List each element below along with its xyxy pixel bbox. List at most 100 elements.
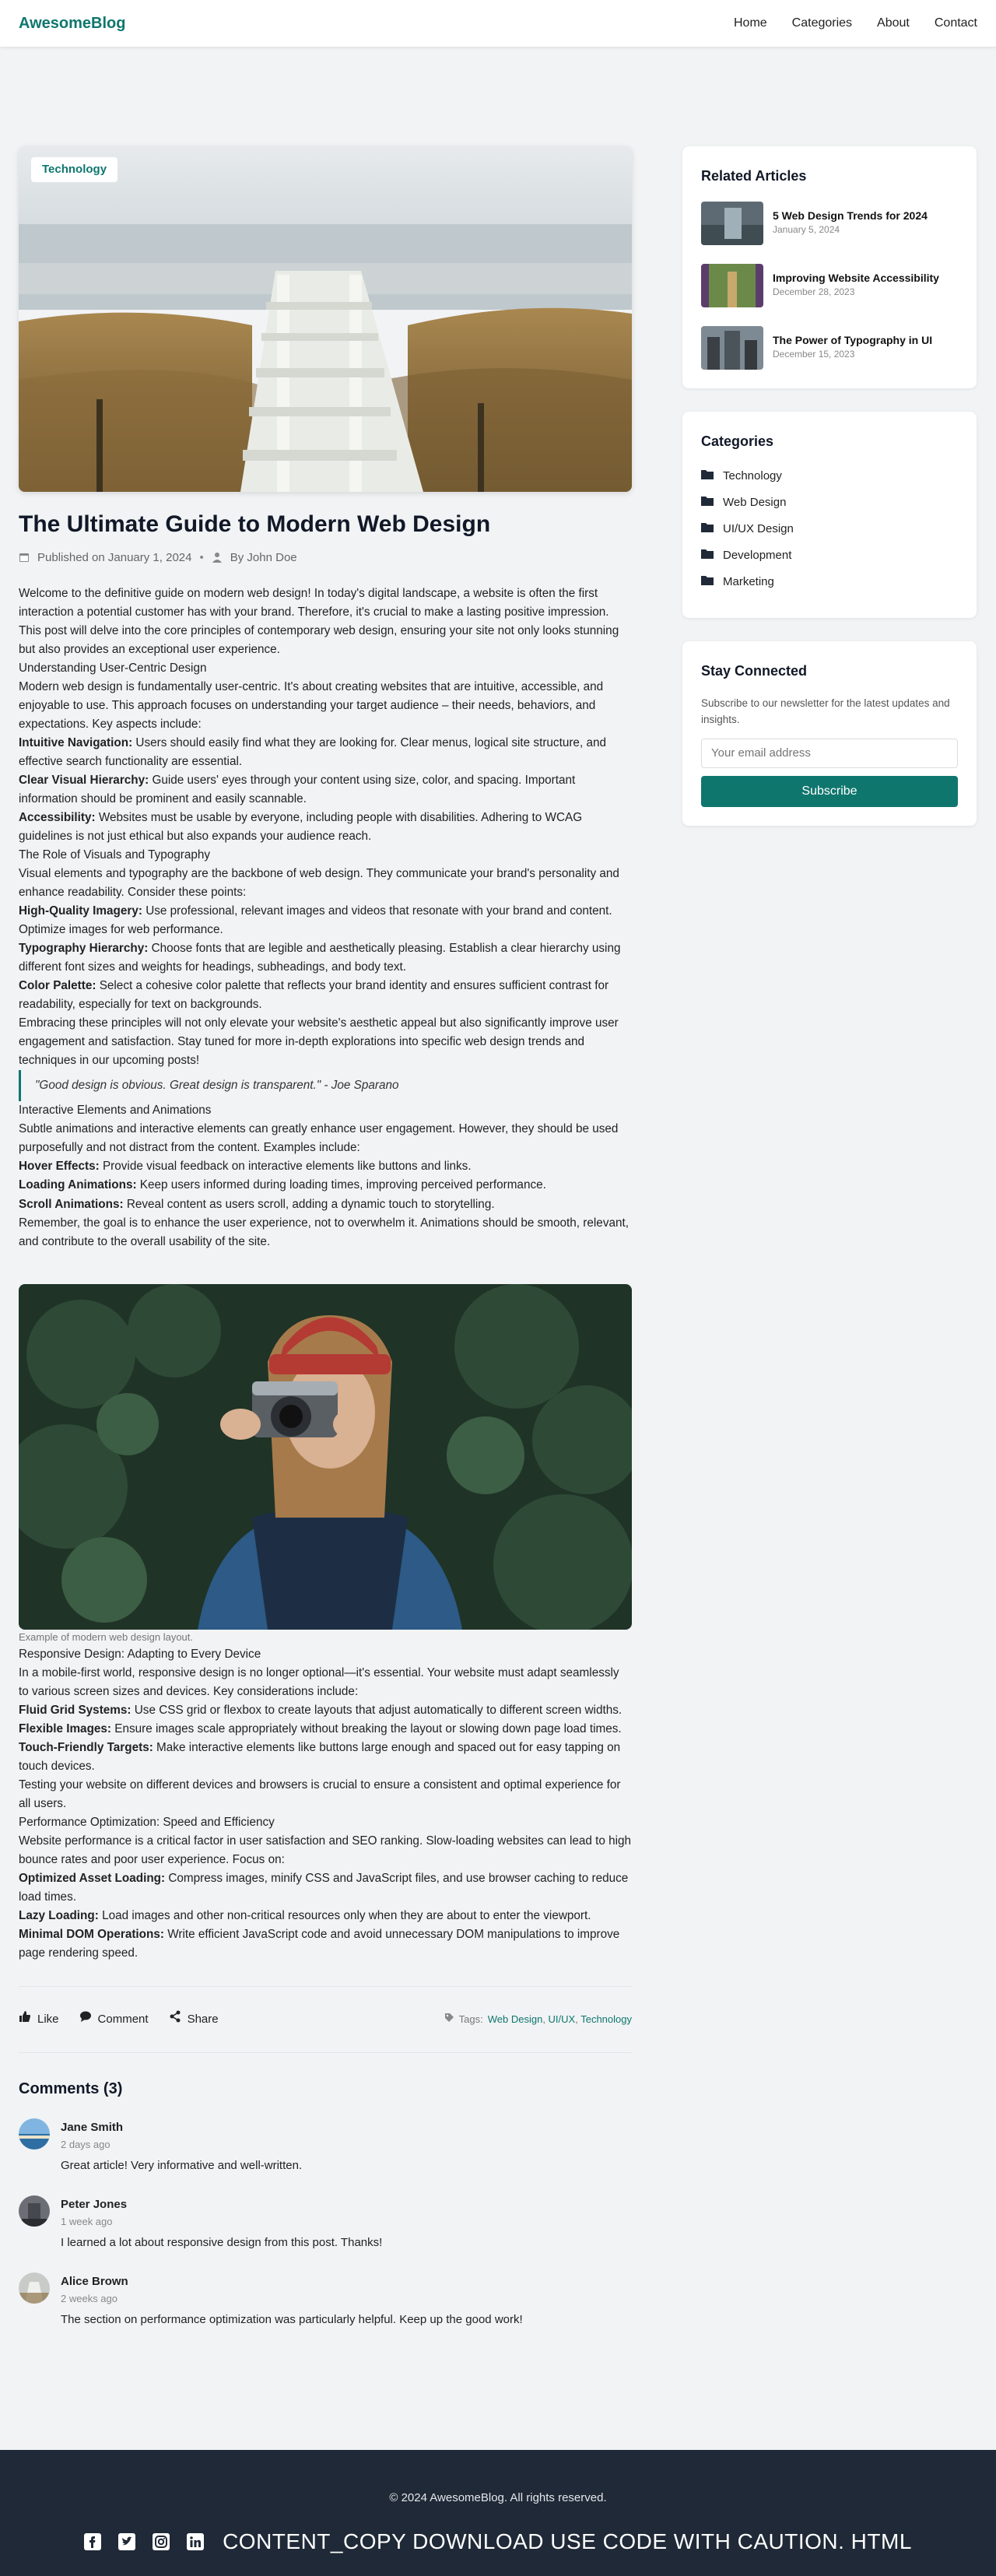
category-link[interactable]: Development (701, 546, 958, 565)
post-meta: Published on January 1, 2024 • By John D… (19, 549, 632, 567)
instagram-icon[interactable] (153, 2533, 170, 2551)
facebook-icon[interactable] (84, 2533, 102, 2551)
nav-categories[interactable]: Categories (792, 13, 852, 33)
list-item: High-Quality Imagery: Use professional, … (19, 904, 612, 937)
comment-button[interactable]: Comment (79, 2010, 149, 2029)
list-item: Flexible Images: Ensure images scale app… (19, 1722, 622, 1736)
main-column: Technology The Ultimate Guide to Modern … (19, 146, 632, 2350)
tag-link[interactable]: Technology (580, 2013, 632, 2025)
nav-about[interactable]: About (877, 13, 910, 33)
brand-logo[interactable]: AwesomeBlog (19, 11, 125, 36)
calendar-icon (19, 549, 30, 567)
comment-icon (79, 2010, 92, 2029)
folder-icon (701, 573, 714, 591)
published-date: Published on January 1, 2024 (37, 551, 192, 564)
category-link[interactable]: Marketing (701, 573, 958, 591)
comment-text: I learned a lot about responsive design … (61, 2235, 383, 2249)
list-item: Loading Animations: Keep users informed … (19, 1178, 546, 1192)
section-heading: Interactive Elements and Animations (19, 1104, 212, 1118)
comment-time: 2 weeks ago (61, 2292, 117, 2304)
comments-section: Comments (3) Jane Smith 2 days ago Great… (19, 2076, 632, 2329)
list-item: Fluid Grid Systems: Use CSS grid or flex… (19, 1704, 622, 1717)
list-item: Lazy Loading: Load images and other non-… (19, 1909, 591, 1923)
site-footer: © 2024 AwesomeBlog. All rights reserved.… (0, 2450, 996, 2576)
meta-separator: • (199, 551, 204, 564)
divider (19, 1986, 632, 1988)
list-item: Typography Hierarchy: Choose fonts that … (19, 942, 621, 974)
intro-paragraph: Welcome to the definitive guide on moder… (19, 587, 619, 657)
related-title: The Power of Typography in UI (773, 334, 933, 347)
categories-card: Categories Technology Web Design UI/UX D… (682, 411, 977, 618)
folder-icon (701, 546, 714, 565)
linkedin-icon[interactable] (187, 2533, 205, 2551)
related-article[interactable]: Improving Website Accessibility December… (701, 263, 958, 307)
list-item: Intuitive Navigation: Users should easil… (19, 736, 606, 769)
list-item: Hover Effects: Provide visual feedback o… (19, 1160, 472, 1174)
main-nav: Home Categories About Contact (734, 13, 977, 33)
list-item: Clear Visual Hierarchy: Guide users' eye… (19, 774, 576, 806)
footer-trailing-text: CONTENT_COPY DOWNLOAD USE CODE WITH CAUT… (223, 2529, 912, 2553)
share-label: Share (187, 2013, 219, 2027)
social-links: CONTENT_COPY DOWNLOAD USE CODE WITH CAUT… (0, 2525, 996, 2560)
section-heading: The Role of Visuals and Typography (19, 848, 211, 862)
list-item: Minimal DOM Operations: Write efficient … (19, 1928, 620, 1960)
subscribe-button[interactable]: Subscribe (701, 775, 958, 807)
tag-icon (444, 2012, 454, 2028)
related-date: December 15, 2023 (773, 349, 855, 360)
category-link[interactable]: Web Design (701, 493, 958, 512)
category-link[interactable]: Technology (701, 467, 958, 486)
avatar (19, 2272, 50, 2304)
comment-label: Comment (97, 2013, 149, 2027)
folder-icon (701, 467, 714, 486)
section-paragraph: Remember, the goal is to enhance the use… (19, 1216, 629, 1248)
user-icon (212, 549, 223, 567)
related-title: Improving Website Accessibility (773, 272, 939, 285)
share-button[interactable]: Share (169, 2010, 219, 2029)
thumbs-up-icon (19, 2010, 31, 2029)
comment-item: Peter Jones 1 week ago I learned a lot a… (19, 2195, 632, 2252)
comment-author: Alice Brown (61, 2274, 128, 2288)
share-icon (169, 2010, 181, 2029)
list-item: Optimized Asset Loading: Compress images… (19, 1872, 629, 1904)
newsletter-title: Stay Connected (701, 662, 808, 679)
related-articles-card: Related Articles 5 Web Design Trends for… (682, 146, 977, 388)
section-paragraph: Modern web design is fundamentally user-… (19, 680, 604, 732)
related-thumbnail (701, 201, 763, 245)
section-paragraph: In a mobile-first world, responsive desi… (19, 1665, 619, 1698)
author-name[interactable]: By John Doe (230, 549, 297, 567)
section-paragraph: Testing your website on different device… (19, 1778, 621, 1811)
photographer-illustration (19, 1283, 632, 1630)
post-title: The Ultimate Guide to Modern Web Design (19, 511, 491, 537)
blockquote: "Good design is obvious. Great design is… (19, 1070, 632, 1102)
post-tags: Tags: Web Design, UI/UX, Technology (444, 2012, 632, 2028)
list-item: Scroll Animations: Reveal content as use… (19, 1197, 495, 1211)
twitter-icon[interactable] (118, 2533, 136, 2551)
divider (19, 2052, 632, 2054)
tag-link[interactable]: UI/UX (549, 2013, 576, 2025)
avatar (19, 2195, 50, 2227)
related-article[interactable]: The Power of Typography in UI December 1… (701, 325, 958, 370)
comment-item: Alice Brown 2 weeks ago The section on p… (19, 2272, 632, 2329)
copyright: © 2024 AwesomeBlog. All rights reserved. (389, 2491, 607, 2504)
newsletter-text: Subscribe to our newsletter for the late… (701, 697, 950, 725)
article-photo (19, 1283, 632, 1630)
comment-text: Great article! Very informative and well… (61, 2159, 303, 2173)
related-title: 5 Web Design Trends for 2024 (773, 209, 928, 223)
comment-author: Peter Jones (61, 2198, 128, 2212)
list-item: Touch-Friendly Targets: Make interactive… (19, 1741, 621, 1774)
category-badge[interactable]: Technology (31, 157, 118, 182)
sidebar: Related Articles 5 Web Design Trends for… (682, 146, 977, 849)
related-thumbnail (701, 263, 763, 307)
comment-text: The section on performance optimization … (61, 2312, 523, 2326)
related-article[interactable]: 5 Web Design Trends for 2024 January 5, … (701, 201, 958, 245)
section-heading: Responsive Design: Adapting to Every Dev… (19, 1647, 261, 1661)
tag-link[interactable]: Web Design (488, 2013, 543, 2025)
category-link[interactable]: UI/UX Design (701, 520, 958, 539)
related-date: January 5, 2024 (773, 224, 840, 236)
nav-contact[interactable]: Contact (935, 13, 977, 33)
like-button[interactable]: Like (19, 2010, 59, 2029)
categories-title: Categories (701, 433, 774, 449)
nav-home[interactable]: Home (734, 13, 767, 33)
comment-item: Jane Smith 2 days ago Great article! Ver… (19, 2118, 632, 2175)
email-field[interactable] (701, 738, 958, 768)
